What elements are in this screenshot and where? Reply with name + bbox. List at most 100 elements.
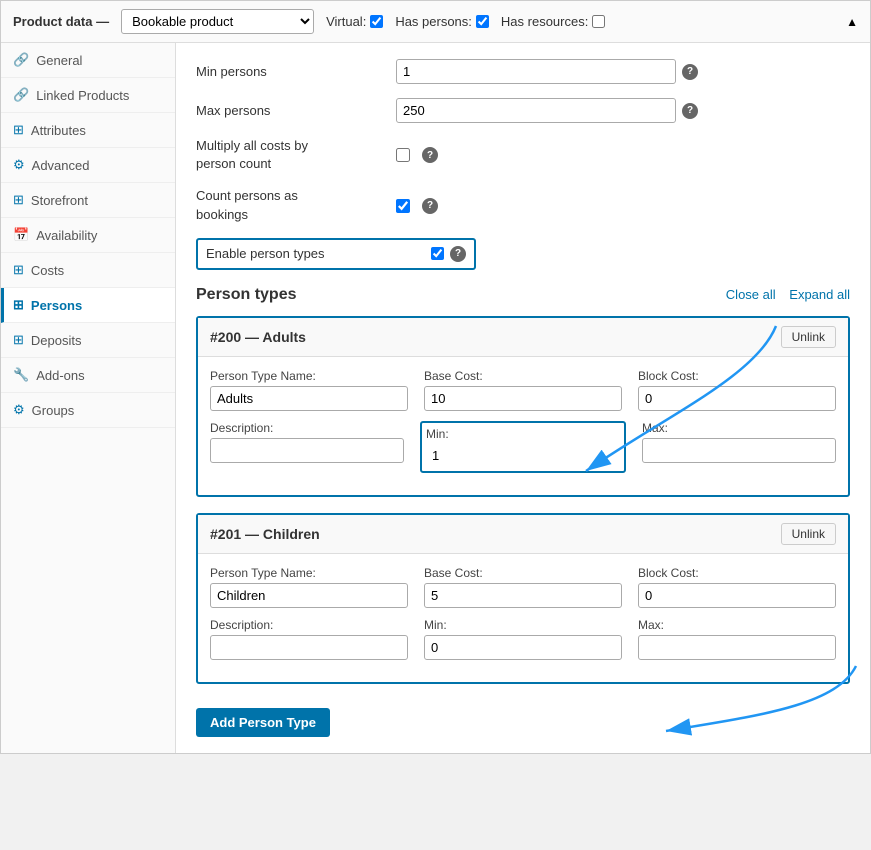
children-min-input[interactable]: [424, 635, 622, 660]
multiply-costs-label: Multiply all costs byperson count: [196, 137, 396, 173]
sidebar: 🔗 General 🔗 Linked Products ⊞ Attributes: [1, 43, 176, 753]
sidebar-item-linked-products[interactable]: 🔗 Linked Products: [1, 78, 175, 113]
children-name-group: Person Type Name:: [210, 566, 408, 608]
children-unlink-button[interactable]: Unlink: [781, 523, 836, 545]
sidebar-item-storefront[interactable]: ⊞ Storefront: [1, 183, 175, 218]
children-row-2: Description: Min: Max:: [210, 618, 836, 660]
adults-unlink-button[interactable]: Unlink: [781, 326, 836, 348]
multiply-costs-checkbox[interactable]: [396, 148, 410, 162]
adults-name-group: Person Type Name:: [210, 369, 408, 411]
multiply-costs-help-icon: ?: [422, 147, 438, 163]
sidebar-item-costs[interactable]: ⊞ Costs: [1, 253, 175, 288]
sidebar-label-attributes: Attributes: [31, 123, 86, 138]
virtual-label: Virtual:: [326, 14, 366, 29]
children-max-input[interactable]: [638, 635, 836, 660]
count-persons-label: Count persons asbookings: [196, 187, 396, 223]
collapse-button[interactable]: ▲: [846, 15, 858, 29]
min-persons-label: Min persons: [196, 64, 396, 79]
calendar-icon: 📅: [13, 227, 29, 243]
grid-icon: ⊞: [13, 122, 24, 138]
sidebar-item-groups[interactable]: ⚙ Groups: [1, 393, 175, 428]
children-max-label: Max:: [638, 618, 836, 632]
sidebar-label-groups: Groups: [32, 403, 75, 418]
virtual-option: Virtual:: [326, 14, 383, 29]
children-min-label: Min:: [424, 618, 622, 632]
adults-block-cost-input[interactable]: [638, 386, 836, 411]
children-base-cost-input[interactable]: [424, 583, 622, 608]
enable-person-types-row: Enable person types ?: [196, 238, 476, 270]
has-resources-label: Has resources:: [501, 14, 588, 29]
max-persons-row: Max persons ?: [196, 98, 850, 123]
expand-all-link[interactable]: Expand all: [789, 287, 850, 302]
min-persons-row: Min persons ?: [196, 59, 850, 84]
adults-row-2: Description: Min: Max:: [210, 421, 836, 473]
children-description-input[interactable]: [210, 635, 408, 660]
person-types-title: Person types: [196, 286, 296, 304]
sidebar-item-attributes[interactable]: ⊞ Attributes: [1, 113, 175, 148]
max-persons-label: Max persons: [196, 103, 396, 118]
count-persons-checkbox[interactable]: [396, 199, 410, 213]
sidebar-label-costs: Costs: [31, 263, 64, 278]
grid-icon-4: ⊞: [13, 297, 24, 313]
children-name-input[interactable]: [210, 583, 408, 608]
sidebar-nav: 🔗 General 🔗 Linked Products ⊞ Attributes: [1, 43, 175, 428]
max-persons-input[interactable]: [396, 98, 676, 123]
enable-person-types-label: Enable person types: [206, 246, 325, 261]
has-resources-checkbox[interactable]: [592, 15, 605, 28]
max-persons-help-icon: ?: [682, 103, 698, 119]
min-persons-input[interactable]: [396, 59, 676, 84]
sidebar-label-general: General: [36, 53, 82, 68]
adults-description-group: Description:: [210, 421, 404, 473]
grid-icon-5: ⊞: [13, 332, 24, 348]
children-fields: Person Type Name: Base Cost: Block Cost:: [198, 554, 848, 682]
person-types-container: #200 — Adults Unlink Person Type Name: B…: [196, 316, 850, 684]
sidebar-item-addons[interactable]: 🔧 Add-ons: [1, 358, 175, 393]
adults-description-input[interactable]: [210, 438, 404, 463]
virtual-checkbox[interactable]: [370, 15, 383, 28]
adults-description-label: Description:: [210, 421, 404, 435]
main-content: Min persons ? Max persons ? Multiply all…: [176, 43, 870, 753]
adults-max-group: Max:: [642, 421, 836, 473]
product-data-header: Product data — Simple productGrouped pro…: [1, 1, 870, 43]
children-card-header: #201 — Children Unlink: [198, 515, 848, 554]
adults-card-header: #200 — Adults Unlink: [198, 318, 848, 357]
link-icon-2: 🔗: [13, 87, 29, 103]
sidebar-item-deposits[interactable]: ⊞ Deposits: [1, 323, 175, 358]
sidebar-item-advanced[interactable]: ⚙ Advanced: [1, 148, 175, 183]
link-icon: 🔗: [13, 52, 29, 68]
adults-block-cost-group: Block Cost:: [638, 369, 836, 411]
person-types-links: Close all Expand all: [716, 287, 850, 302]
has-persons-checkbox[interactable]: [476, 15, 489, 28]
sidebar-item-persons[interactable]: ⊞ Persons: [1, 288, 175, 323]
children-block-cost-group: Block Cost:: [638, 566, 836, 608]
sidebar-label-advanced: Advanced: [32, 158, 90, 173]
children-block-cost-input[interactable]: [638, 583, 836, 608]
enable-person-types-checkbox[interactable]: [431, 247, 444, 260]
close-all-link[interactable]: Close all: [726, 287, 776, 302]
grid-icon-3: ⊞: [13, 262, 24, 278]
children-title: #201 — Children: [210, 526, 320, 542]
adults-row-1: Person Type Name: Base Cost: Block Cost:: [210, 369, 836, 411]
count-persons-row: Count persons asbookings ?: [196, 187, 850, 223]
adults-block-cost-label: Block Cost:: [638, 369, 836, 383]
product-type-select[interactable]: Simple productGrouped productExternal/Af…: [121, 9, 314, 34]
children-min-group: Min:: [424, 618, 622, 660]
panel-title: Product data —: [13, 14, 109, 29]
children-base-cost-group: Base Cost:: [424, 566, 622, 608]
children-base-cost-label: Base Cost:: [424, 566, 622, 580]
children-max-group: Max:: [638, 618, 836, 660]
sidebar-label-linked-products: Linked Products: [36, 88, 129, 103]
adults-max-input[interactable]: [642, 438, 836, 463]
grid-icon-2: ⊞: [13, 192, 24, 208]
count-persons-help-icon: ?: [422, 198, 438, 214]
gear-icon: ⚙: [13, 157, 25, 173]
add-person-type-button[interactable]: Add Person Type: [196, 708, 330, 737]
sidebar-label-persons: Persons: [31, 298, 82, 313]
adults-name-input[interactable]: [210, 386, 408, 411]
adults-min-group: Min:: [420, 421, 626, 473]
sidebar-item-general[interactable]: 🔗 General: [1, 43, 175, 78]
sidebar-item-availability[interactable]: 📅 Availability: [1, 218, 175, 253]
adults-base-cost-input[interactable]: [424, 386, 622, 411]
adults-min-input[interactable]: [426, 444, 620, 467]
product-data-body: 🔗 General 🔗 Linked Products ⊞ Attributes: [1, 43, 870, 753]
